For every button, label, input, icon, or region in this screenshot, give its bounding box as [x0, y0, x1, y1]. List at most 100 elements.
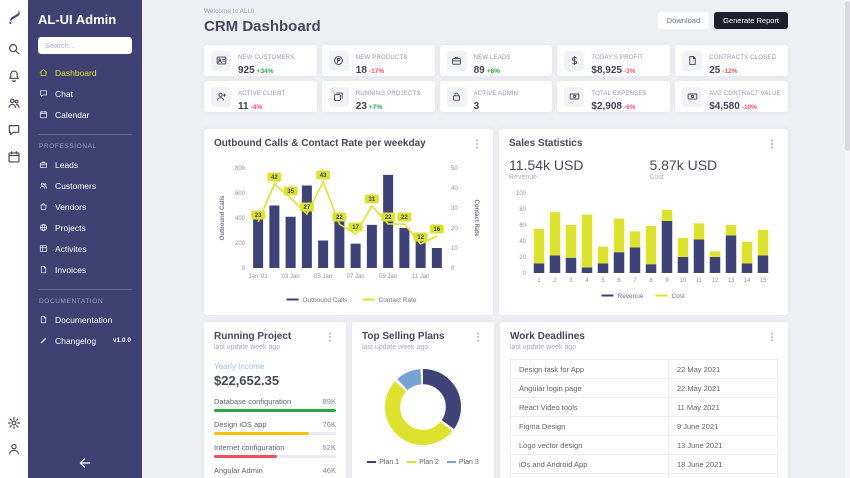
page-title: CRM Dashboard: [204, 18, 321, 35]
kebab-menu-icon[interactable]: [324, 331, 336, 343]
deadline-date: 13 June 2021: [668, 436, 777, 454]
kebab-menu-icon[interactable]: [766, 138, 778, 150]
stat-delta: -12%: [722, 68, 737, 75]
stat-card-today-s-profit: TODAY'S PROFIT $8,925-3%: [557, 45, 670, 76]
deadline-date: 26 June 2021: [668, 474, 777, 478]
stat-label: ACTIVE CLIENT: [238, 91, 285, 97]
charts-row: Outbound Calls & Contact Rate per weekda…: [204, 129, 788, 315]
version-badge: v1.0.0: [113, 337, 131, 344]
svg-text:35: 35: [287, 189, 294, 195]
sidebar-item-projects[interactable]: Projects: [28, 217, 142, 238]
deadline-date: 18 June 2021: [668, 455, 777, 473]
sidebar-item-dashboard[interactable]: Dashboard: [28, 62, 142, 83]
legend-item-plan-2: Plan 2: [407, 459, 439, 466]
stat-value: 3: [474, 101, 519, 112]
sidebar-search-input[interactable]: [38, 37, 132, 54]
nav-section-label: DOCUMENTATION: [28, 290, 142, 309]
outbound-calls-chart: 020040060080001020304050Outbound CallsCo…: [214, 154, 483, 313]
deadline-task: iOs and Android App: [511, 455, 668, 473]
globe-icon: [39, 223, 48, 232]
project-value: 52K: [323, 443, 336, 452]
svg-text:20: 20: [451, 226, 458, 232]
grid-icon: [39, 244, 48, 253]
lock-icon: [447, 87, 467, 107]
svg-text:40: 40: [519, 239, 526, 245]
calendar-icon[interactable]: [7, 150, 21, 164]
cash-icon: [682, 87, 702, 107]
scrollbar-thumb[interactable]: [845, 1, 850, 151]
bell-icon[interactable]: [7, 69, 21, 83]
stat-label: NEW CUSTOMERS: [238, 55, 295, 61]
sales-statistics-card: Sales Statistics 11.54k USD Revenue 5.87…: [499, 129, 788, 315]
sidebar-item-documentation[interactable]: Documentation: [28, 309, 142, 330]
svg-text:Outbound Calls: Outbound Calls: [303, 297, 349, 304]
svg-text:14: 14: [744, 278, 751, 284]
sidebar-item-chat[interactable]: Chat: [28, 83, 142, 104]
svg-text:40: 40: [451, 186, 458, 192]
svg-text:600: 600: [235, 191, 246, 197]
svg-text:42: 42: [271, 175, 278, 181]
sidebar-item-activites[interactable]: Activites: [28, 238, 142, 259]
svg-text:200: 200: [235, 241, 246, 247]
brand-logo-icon[interactable]: [5, 8, 23, 26]
page-scrollbar[interactable]: [845, 0, 850, 478]
stat-value: 89+8%: [474, 65, 511, 76]
stat-card-active-admin: ACTIVE ADMIN 3: [440, 81, 553, 112]
file-icon: [682, 51, 702, 71]
svg-text:22: 22: [385, 215, 392, 221]
users-icon[interactable]: [7, 96, 21, 110]
sidebar-item-label: Activites: [55, 244, 87, 254]
card-title: Sales Statistics: [509, 138, 582, 149]
outbound-calls-card: Outbound Calls & Contact Rate per weekda…: [204, 129, 493, 315]
stat-card-contracts-closed: CONTRACTS CLOSED 25-12%: [675, 45, 788, 76]
kebab-menu-icon[interactable]: [471, 138, 483, 150]
deadline-row: Angular login page 22 May 2021: [510, 379, 778, 398]
svg-text:12: 12: [417, 235, 424, 241]
svg-text:400: 400: [235, 216, 246, 222]
stat-label: RUNNING PROJECTS: [356, 91, 421, 97]
sidebar-item-leads[interactable]: Leads: [28, 154, 142, 175]
search-icon[interactable]: [7, 42, 21, 56]
svg-text:80: 80: [519, 207, 526, 213]
gear-icon[interactable]: [7, 416, 21, 430]
svg-text:Jan '01: Jan '01: [249, 274, 269, 280]
deadline-task: Figma Design: [511, 417, 668, 435]
sidebar-item-label: Invoices: [55, 265, 86, 275]
yearly-income-label: Yearly Income: [214, 362, 336, 371]
icon-rail: [0, 0, 28, 478]
home-icon: [39, 68, 48, 77]
stat-card-new-products: NEW PRODUCTS 18-17%: [322, 45, 435, 76]
svg-text:43: 43: [320, 173, 327, 179]
deadlines-table: Design task for App 22 May 2021 Angular …: [510, 359, 778, 478]
rail-top-icons: [7, 42, 21, 177]
download-button[interactable]: Download: [658, 12, 709, 29]
briefcase-icon: [447, 51, 467, 71]
svg-text:10: 10: [451, 246, 458, 252]
sidebar-item-invoices[interactable]: Invoices: [28, 259, 142, 280]
svg-text:0: 0: [242, 266, 246, 272]
sidebar-item-customers[interactable]: Customers: [28, 175, 142, 196]
chat-icon[interactable]: [7, 123, 21, 137]
svg-text:800: 800: [235, 166, 246, 172]
user-icon[interactable]: [7, 442, 21, 456]
calendar-icon: [39, 110, 48, 119]
svg-text:16: 16: [434, 227, 441, 233]
sidebar-item-vendors[interactable]: Vendors: [28, 196, 142, 217]
chat-icon: [39, 89, 48, 98]
sidebar-nav: Dashboard Chat Calendar PROFESSIONAL Lea…: [28, 62, 142, 351]
svg-text:2: 2: [553, 278, 557, 284]
progress-fill: [214, 455, 277, 458]
deadline-row: Design task for App 22 May 2021: [510, 359, 778, 379]
stat-delta: -4%: [251, 104, 263, 111]
sidebar-item-changelog[interactable]: Changelog v1.0.0: [28, 330, 142, 351]
sidebar-collapse-button[interactable]: [78, 456, 92, 470]
plans-legend: Plan 1Plan 2Plan 3: [362, 459, 484, 466]
generate-report-button[interactable]: Generate Report: [714, 12, 788, 29]
topbar: Welcome to ALUI CRM Dashboard DownloadGe…: [204, 6, 788, 35]
kebab-menu-icon[interactable]: [472, 331, 484, 343]
sales-kpis: 11.54k USD Revenue 5.87k USD Cost: [509, 157, 778, 181]
kebab-menu-icon[interactable]: [766, 331, 778, 343]
stat-delta: -3%: [624, 68, 636, 75]
deadline-row: iOs and Android App 18 June 2021: [510, 455, 778, 474]
sidebar-item-calendar[interactable]: Calendar: [28, 104, 142, 125]
